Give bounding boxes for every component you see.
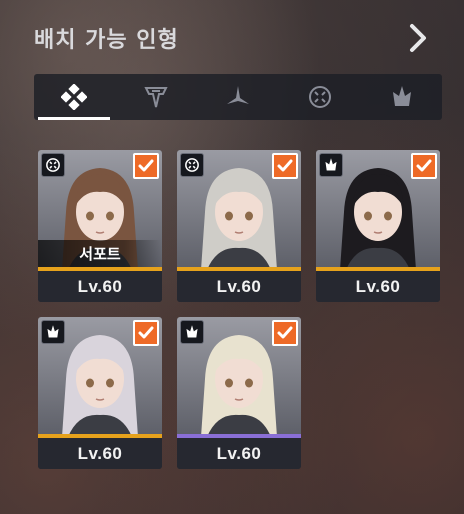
vanguard-class-icon bbox=[144, 87, 168, 108]
tab-vanguard[interactable] bbox=[116, 74, 196, 120]
chevron-right-icon[interactable] bbox=[400, 20, 434, 56]
doll-level: Lv.60 bbox=[216, 443, 262, 463]
checkmark-icon[interactable] bbox=[133, 153, 159, 179]
bulwark-class-icon bbox=[41, 320, 65, 344]
panel-title: 배치 가능 인형 bbox=[34, 28, 179, 53]
doll-level: Lv.60 bbox=[216, 276, 262, 296]
doll-level: Lv.60 bbox=[77, 276, 123, 296]
role-tag: 서포트 bbox=[38, 240, 162, 267]
class-filter-bar bbox=[34, 74, 442, 120]
bulwark-class-icon bbox=[319, 153, 343, 177]
support-class-icon bbox=[41, 153, 65, 177]
support-class-icon bbox=[309, 86, 331, 108]
doll-card[interactable]: Lv.60 bbox=[316, 150, 440, 302]
checkmark-icon[interactable] bbox=[272, 153, 298, 179]
tab-support[interactable] bbox=[280, 74, 360, 120]
checkmark-icon[interactable] bbox=[411, 153, 437, 179]
doll-card[interactable]: Lv.60 bbox=[177, 150, 301, 302]
checkmark-icon[interactable] bbox=[272, 320, 298, 346]
card-footer: Lv.60 bbox=[38, 271, 162, 302]
doll-card[interactable]: Lv.60 bbox=[177, 317, 301, 469]
all-diamond-icon bbox=[61, 84, 87, 110]
doll-level: Lv.60 bbox=[77, 443, 123, 463]
doll-card[interactable]: 서포트 Lv.60 bbox=[38, 150, 162, 302]
card-footer: Lv.60 bbox=[177, 271, 301, 302]
card-footer: Lv.60 bbox=[177, 438, 301, 469]
support-class-icon bbox=[180, 153, 204, 177]
card-footer: Lv.60 bbox=[38, 438, 162, 469]
bulwark-class-icon bbox=[393, 86, 411, 106]
doll-level: Lv.60 bbox=[355, 276, 401, 296]
card-footer: Lv.60 bbox=[316, 271, 440, 302]
tab-all[interactable] bbox=[34, 74, 114, 120]
bulwark-class-icon bbox=[180, 320, 204, 344]
checkmark-icon[interactable] bbox=[133, 320, 159, 346]
tab-bulwark[interactable] bbox=[362, 74, 442, 120]
tab-sentinel[interactable] bbox=[198, 74, 278, 120]
header: 배치 가능 인형 bbox=[34, 18, 434, 60]
sentinel-class-icon bbox=[227, 86, 249, 104]
doll-card[interactable]: Lv.60 bbox=[38, 317, 162, 469]
